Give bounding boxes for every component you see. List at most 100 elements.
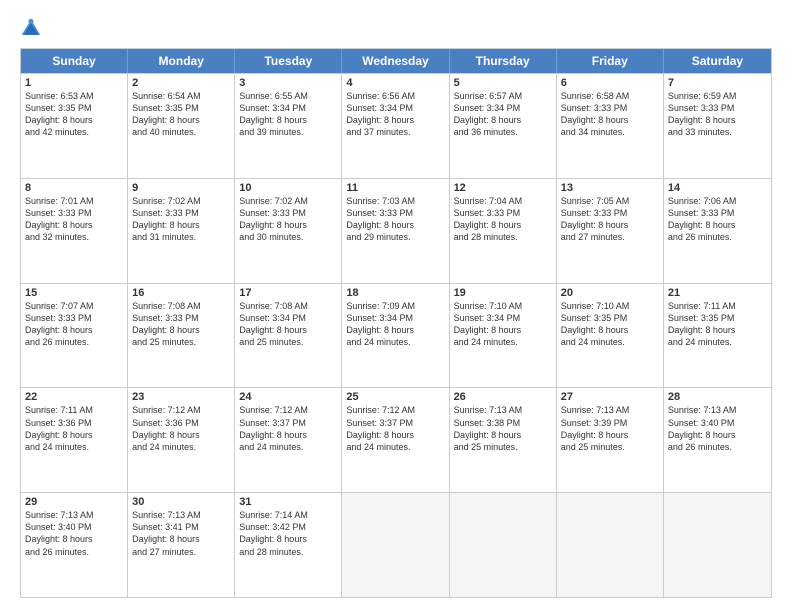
cell-info: Sunrise: 6:58 AMSunset: 3:33 PMDaylight:… — [561, 90, 659, 139]
day-number: 12 — [454, 182, 552, 194]
day-number: 10 — [239, 182, 337, 194]
calendar-page: SundayMondayTuesdayWednesdayThursdayFrid… — [0, 0, 792, 612]
calendar-cell — [664, 493, 771, 597]
day-number: 18 — [346, 287, 444, 299]
cell-info: Sunrise: 7:02 AMSunset: 3:33 PMDaylight:… — [132, 195, 230, 244]
day-number: 24 — [239, 391, 337, 403]
day-number: 21 — [668, 287, 767, 299]
calendar-body: 1Sunrise: 6:53 AMSunset: 3:35 PMDaylight… — [21, 73, 771, 597]
calendar-cell: 12Sunrise: 7:04 AMSunset: 3:33 PMDayligh… — [450, 179, 557, 283]
day-number: 19 — [454, 287, 552, 299]
cell-info: Sunrise: 7:11 AMSunset: 3:35 PMDaylight:… — [668, 300, 767, 349]
calendar-cell: 23Sunrise: 7:12 AMSunset: 3:36 PMDayligh… — [128, 388, 235, 492]
calendar-cell: 7Sunrise: 6:59 AMSunset: 3:33 PMDaylight… — [664, 74, 771, 178]
day-number: 29 — [25, 496, 123, 508]
day-number: 8 — [25, 182, 123, 194]
cell-info: Sunrise: 7:13 AMSunset: 3:40 PMDaylight:… — [25, 509, 123, 558]
day-number: 6 — [561, 77, 659, 89]
calendar-cell: 3Sunrise: 6:55 AMSunset: 3:34 PMDaylight… — [235, 74, 342, 178]
calendar-cell: 26Sunrise: 7:13 AMSunset: 3:38 PMDayligh… — [450, 388, 557, 492]
day-number: 14 — [668, 182, 767, 194]
calendar-cell: 19Sunrise: 7:10 AMSunset: 3:34 PMDayligh… — [450, 284, 557, 388]
calendar-cell: 10Sunrise: 7:02 AMSunset: 3:33 PMDayligh… — [235, 179, 342, 283]
calendar-cell: 17Sunrise: 7:08 AMSunset: 3:34 PMDayligh… — [235, 284, 342, 388]
cell-info: Sunrise: 6:59 AMSunset: 3:33 PMDaylight:… — [668, 90, 767, 139]
day-number: 3 — [239, 77, 337, 89]
header-day-monday: Monday — [128, 49, 235, 73]
day-number: 4 — [346, 77, 444, 89]
calendar-cell — [450, 493, 557, 597]
day-number: 28 — [668, 391, 767, 403]
cell-info: Sunrise: 7:02 AMSunset: 3:33 PMDaylight:… — [239, 195, 337, 244]
calendar-cell: 30Sunrise: 7:13 AMSunset: 3:41 PMDayligh… — [128, 493, 235, 597]
day-number: 20 — [561, 287, 659, 299]
logo-icon — [20, 18, 42, 40]
logo — [20, 18, 46, 40]
day-number: 15 — [25, 287, 123, 299]
cell-info: Sunrise: 7:10 AMSunset: 3:35 PMDaylight:… — [561, 300, 659, 349]
cell-info: Sunrise: 7:12 AMSunset: 3:37 PMDaylight:… — [239, 404, 337, 453]
cell-info: Sunrise: 7:08 AMSunset: 3:33 PMDaylight:… — [132, 300, 230, 349]
day-number: 5 — [454, 77, 552, 89]
calendar-cell: 25Sunrise: 7:12 AMSunset: 3:37 PMDayligh… — [342, 388, 449, 492]
cell-info: Sunrise: 7:04 AMSunset: 3:33 PMDaylight:… — [454, 195, 552, 244]
calendar-week-5: 29Sunrise: 7:13 AMSunset: 3:40 PMDayligh… — [21, 492, 771, 597]
day-number: 22 — [25, 391, 123, 403]
cell-info: Sunrise: 7:11 AMSunset: 3:36 PMDaylight:… — [25, 404, 123, 453]
cell-info: Sunrise: 6:53 AMSunset: 3:35 PMDaylight:… — [25, 90, 123, 139]
day-number: 25 — [346, 391, 444, 403]
cell-info: Sunrise: 7:13 AMSunset: 3:41 PMDaylight:… — [132, 509, 230, 558]
calendar-cell: 29Sunrise: 7:13 AMSunset: 3:40 PMDayligh… — [21, 493, 128, 597]
cell-info: Sunrise: 6:54 AMSunset: 3:35 PMDaylight:… — [132, 90, 230, 139]
calendar-cell: 31Sunrise: 7:14 AMSunset: 3:42 PMDayligh… — [235, 493, 342, 597]
calendar-cell: 21Sunrise: 7:11 AMSunset: 3:35 PMDayligh… — [664, 284, 771, 388]
calendar-week-2: 8Sunrise: 7:01 AMSunset: 3:33 PMDaylight… — [21, 178, 771, 283]
calendar-cell: 22Sunrise: 7:11 AMSunset: 3:36 PMDayligh… — [21, 388, 128, 492]
cell-info: Sunrise: 7:13 AMSunset: 3:40 PMDaylight:… — [668, 404, 767, 453]
calendar-cell: 28Sunrise: 7:13 AMSunset: 3:40 PMDayligh… — [664, 388, 771, 492]
calendar-cell: 6Sunrise: 6:58 AMSunset: 3:33 PMDaylight… — [557, 74, 664, 178]
cell-info: Sunrise: 7:12 AMSunset: 3:37 PMDaylight:… — [346, 404, 444, 453]
calendar-week-3: 15Sunrise: 7:07 AMSunset: 3:33 PMDayligh… — [21, 283, 771, 388]
cell-info: Sunrise: 7:13 AMSunset: 3:38 PMDaylight:… — [454, 404, 552, 453]
header-day-tuesday: Tuesday — [235, 49, 342, 73]
calendar-cell: 8Sunrise: 7:01 AMSunset: 3:33 PMDaylight… — [21, 179, 128, 283]
cell-info: Sunrise: 7:09 AMSunset: 3:34 PMDaylight:… — [346, 300, 444, 349]
day-number: 31 — [239, 496, 337, 508]
cell-info: Sunrise: 7:07 AMSunset: 3:33 PMDaylight:… — [25, 300, 123, 349]
cell-info: Sunrise: 6:55 AMSunset: 3:34 PMDaylight:… — [239, 90, 337, 139]
calendar-grid: SundayMondayTuesdayWednesdayThursdayFrid… — [20, 48, 772, 598]
cell-info: Sunrise: 7:01 AMSunset: 3:33 PMDaylight:… — [25, 195, 123, 244]
cell-info: Sunrise: 7:12 AMSunset: 3:36 PMDaylight:… — [132, 404, 230, 453]
header-day-saturday: Saturday — [664, 49, 771, 73]
cell-info: Sunrise: 7:05 AMSunset: 3:33 PMDaylight:… — [561, 195, 659, 244]
header-day-friday: Friday — [557, 49, 664, 73]
cell-info: Sunrise: 6:57 AMSunset: 3:34 PMDaylight:… — [454, 90, 552, 139]
day-number: 11 — [346, 182, 444, 194]
calendar-cell: 16Sunrise: 7:08 AMSunset: 3:33 PMDayligh… — [128, 284, 235, 388]
calendar-cell — [342, 493, 449, 597]
calendar-cell: 9Sunrise: 7:02 AMSunset: 3:33 PMDaylight… — [128, 179, 235, 283]
calendar-cell — [557, 493, 664, 597]
day-number: 1 — [25, 77, 123, 89]
calendar-cell: 27Sunrise: 7:13 AMSunset: 3:39 PMDayligh… — [557, 388, 664, 492]
day-number: 2 — [132, 77, 230, 89]
cell-info: Sunrise: 7:03 AMSunset: 3:33 PMDaylight:… — [346, 195, 444, 244]
day-number: 7 — [668, 77, 767, 89]
day-number: 16 — [132, 287, 230, 299]
cell-info: Sunrise: 6:56 AMSunset: 3:34 PMDaylight:… — [346, 90, 444, 139]
calendar-cell: 11Sunrise: 7:03 AMSunset: 3:33 PMDayligh… — [342, 179, 449, 283]
day-number: 27 — [561, 391, 659, 403]
day-number: 23 — [132, 391, 230, 403]
calendar-header: SundayMondayTuesdayWednesdayThursdayFrid… — [21, 49, 771, 73]
calendar-cell: 1Sunrise: 6:53 AMSunset: 3:35 PMDaylight… — [21, 74, 128, 178]
cell-info: Sunrise: 7:10 AMSunset: 3:34 PMDaylight:… — [454, 300, 552, 349]
cell-info: Sunrise: 7:14 AMSunset: 3:42 PMDaylight:… — [239, 509, 337, 558]
calendar-cell: 18Sunrise: 7:09 AMSunset: 3:34 PMDayligh… — [342, 284, 449, 388]
calendar-week-1: 1Sunrise: 6:53 AMSunset: 3:35 PMDaylight… — [21, 73, 771, 178]
header-day-thursday: Thursday — [450, 49, 557, 73]
calendar-cell: 5Sunrise: 6:57 AMSunset: 3:34 PMDaylight… — [450, 74, 557, 178]
header-day-wednesday: Wednesday — [342, 49, 449, 73]
day-number: 26 — [454, 391, 552, 403]
page-header — [20, 18, 772, 40]
